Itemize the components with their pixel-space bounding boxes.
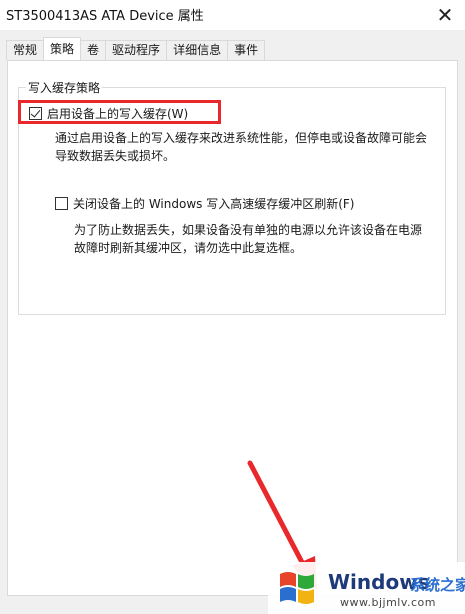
watermark-brand-cn: 系统之家 (410, 576, 465, 594)
windows-logo-icon (280, 572, 314, 604)
tab-general[interactable]: 常规 (6, 40, 45, 60)
flush-desc-line-2: 故障时刷新其缓冲区，请勿选中此复选框。 (74, 241, 303, 255)
group-title: 写入缓存策略 (26, 79, 103, 96)
title-bar: ST3500413AS ATA Device 属性 ✕ (0, 0, 465, 30)
watermark: Windows 系统之家 www.bjjmlv.com (268, 562, 465, 614)
enable-desc-line-2: 导致数据丢失或损坏。 (55, 149, 176, 163)
watermark-url: www.bjjmlv.com (340, 596, 436, 609)
disable-flush-description: 为了防止数据丢失，如果设备没有单独的电源以允许该设备在电源 故障时刷新其缓冲区，… (74, 221, 422, 257)
tab-volumes[interactable]: 卷 (80, 40, 107, 60)
close-icon[interactable]: ✕ (425, 0, 465, 30)
tab-policies[interactable]: 策略 (43, 37, 82, 60)
enable-write-cache-description: 通过启用设备上的写入缓存来改进系统性能，但停电或设备故障可能会 导致数据丢失或损… (55, 129, 427, 165)
tab-details[interactable]: 详细信息 (166, 40, 229, 60)
disable-flush-option[interactable]: 关闭设备上的 Windows 写入高速缓存缓冲区刷新(F) (55, 195, 354, 212)
enable-desc-line-1: 通过启用设备上的写入缓存来改进系统性能，但停电或设备故障可能会 (55, 131, 428, 145)
policies-panel: 写入缓存策略 启用设备上的写入缓存(W) 通过启用设备上的写入缓存来改进系统性能… (7, 60, 458, 596)
flush-desc-line-1: 为了防止数据丢失，如果设备没有单独的电源以允许该设备在电源 (74, 223, 423, 237)
disable-flush-checkbox[interactable] (55, 197, 68, 210)
tab-strip: 常规 策略 卷 驱动程序 详细信息 事件 (6, 37, 266, 60)
tab-driver[interactable]: 驱动程序 (105, 40, 168, 60)
highlight-box (18, 100, 221, 124)
tab-events[interactable]: 事件 (227, 40, 266, 60)
disable-flush-label[interactable]: 关闭设备上的 Windows 写入高速缓存缓冲区刷新(F) (73, 195, 354, 212)
window-title: ST3500413AS ATA Device 属性 (6, 9, 204, 24)
